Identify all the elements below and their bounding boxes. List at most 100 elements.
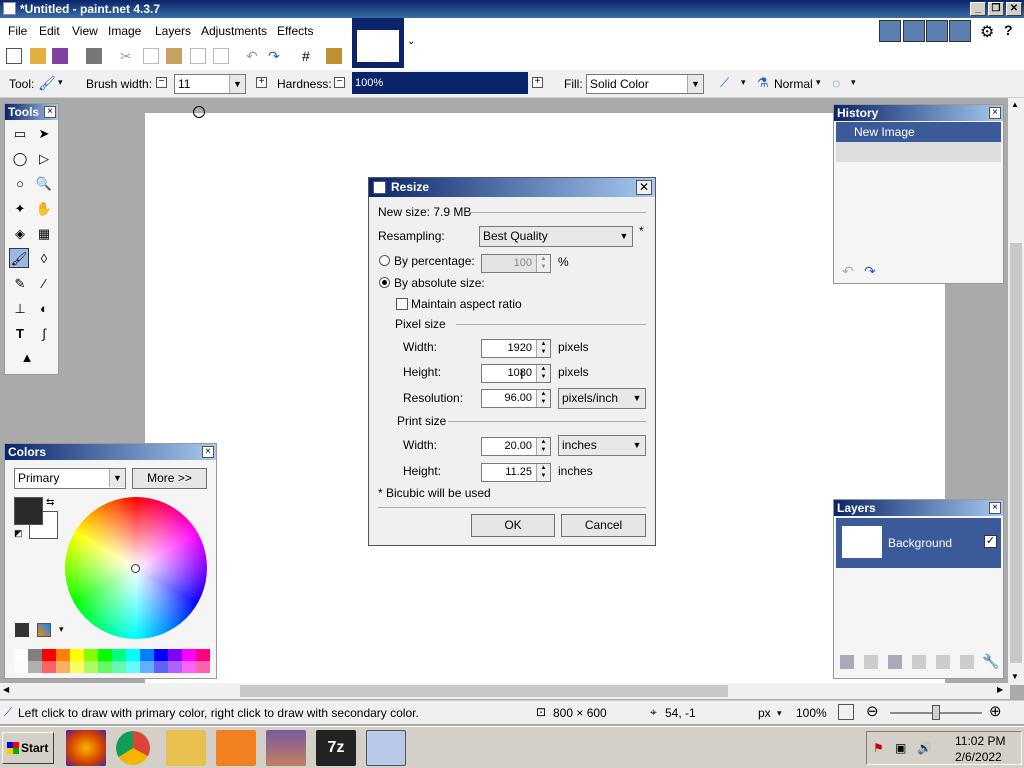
- scroll-left-icon[interactable]: ◀: [3, 685, 9, 694]
- gradient-icon[interactable]: ▦: [34, 224, 54, 244]
- hardness-slider[interactable]: 100%: [352, 72, 528, 94]
- zoom-to-window-icon[interactable]: [838, 704, 854, 720]
- selection-mode-icon[interactable]: ◌: [832, 75, 840, 91]
- units-dropdown-icon[interactable]: ▾: [777, 708, 782, 719]
- palette-swatch[interactable]: [84, 661, 98, 673]
- reset-colors-icon[interactable]: ◩: [14, 528, 23, 539]
- add-color-icon[interactable]: [15, 623, 29, 637]
- spin-arrows-icon[interactable]: ▲ ▼: [536, 390, 550, 407]
- undo-icon[interactable]: ↶: [246, 48, 262, 64]
- eraser-icon[interactable]: ◊: [34, 249, 54, 269]
- ok-button[interactable]: OK: [471, 514, 555, 537]
- by-absolute-size-radio[interactable]: [379, 277, 390, 288]
- close-button[interactable]: ✕: [1006, 2, 1022, 16]
- palette-icon[interactable]: [37, 623, 51, 637]
- redo-icon[interactable]: ↷: [268, 48, 284, 64]
- duplicate-layer-icon[interactable]: [888, 655, 902, 669]
- blend-mode-value[interactable]: Normal: [774, 77, 813, 91]
- move-selection-icon[interactable]: ▷: [34, 149, 54, 169]
- chrome-icon[interactable]: [116, 731, 150, 765]
- paintnet-taskbar-icon[interactable]: [366, 730, 406, 766]
- monitor-icon[interactable]: ▣: [895, 741, 906, 755]
- print-height-input[interactable]: 11.25 ▲ ▼: [481, 463, 551, 482]
- scroll-right-icon[interactable]: ▶: [997, 685, 1003, 694]
- palette-swatch[interactable]: [42, 649, 56, 661]
- paintbrush-tool-icon[interactable]: 🖌: [38, 75, 56, 92]
- pixel-height-input[interactable]: 1080 ▲ ▼: [481, 364, 551, 383]
- palette-swatch[interactable]: [154, 649, 168, 661]
- tool-dropdown-icon[interactable]: ▾: [58, 77, 63, 88]
- new-file-icon[interactable]: [6, 48, 22, 64]
- file-explorer-icon[interactable]: [166, 730, 206, 766]
- print-width-input[interactable]: 20.00 ▲ ▼: [481, 437, 551, 456]
- layer-item[interactable]: Background ✓: [836, 518, 1001, 568]
- photo-app-icon[interactable]: [266, 730, 306, 766]
- history-item[interactable]: New Image: [836, 122, 1001, 142]
- scroll-down-icon[interactable]: ▼: [1011, 672, 1019, 681]
- move-layer-up-icon[interactable]: [936, 655, 950, 669]
- merge-layer-icon[interactable]: [912, 655, 926, 669]
- palette-swatch[interactable]: [196, 649, 210, 661]
- dialog-close-icon[interactable]: ✕: [636, 180, 652, 195]
- palette-swatch[interactable]: [70, 649, 84, 661]
- pixel-width-input[interactable]: 1920 ▲ ▼: [481, 339, 551, 358]
- palette-swatch[interactable]: [126, 661, 140, 673]
- palette-swatch[interactable]: [70, 661, 84, 673]
- open-file-icon[interactable]: [30, 48, 46, 64]
- history-toggle-icon[interactable]: [903, 20, 925, 42]
- horizontal-scrollbar[interactable]: ◀ ▶: [0, 683, 1010, 699]
- more-colors-button[interactable]: More >>: [132, 468, 207, 489]
- maintain-aspect-label[interactable]: Maintain aspect ratio: [411, 297, 522, 311]
- palette-swatch[interactable]: [14, 661, 28, 673]
- 7zip-icon[interactable]: 7z: [316, 730, 356, 766]
- paste-icon[interactable]: [166, 48, 182, 64]
- palette-swatch[interactable]: [98, 661, 112, 673]
- chevron-down-icon[interactable]: ▼: [687, 75, 703, 93]
- vertical-scroll-thumb[interactable]: [1010, 243, 1022, 663]
- media-player-icon[interactable]: [216, 730, 256, 766]
- zoom-value[interactable]: 100%: [796, 706, 827, 720]
- clock-time[interactable]: 11:02 PM: [955, 734, 1005, 748]
- ruler-icon[interactable]: [326, 48, 342, 64]
- save-icon[interactable]: [52, 48, 68, 64]
- maintain-aspect-checkbox[interactable]: [396, 298, 408, 310]
- text-icon[interactable]: T: [10, 324, 30, 344]
- layers-toggle-icon[interactable]: [926, 20, 948, 42]
- redo-icon[interactable]: ↷: [864, 263, 876, 280]
- selection-mode-dropdown-icon[interactable]: ▾: [851, 77, 856, 88]
- close-icon[interactable]: ×: [44, 106, 56, 118]
- chevron-down-icon[interactable]: ▼: [616, 227, 632, 245]
- brush-width-increase-button[interactable]: +: [256, 77, 267, 88]
- swap-colors-icon[interactable]: ⇆: [46, 497, 54, 508]
- chevron-down-icon[interactable]: ▼: [229, 75, 245, 93]
- palette-swatch[interactable]: [42, 661, 56, 673]
- zoom-out-icon[interactable]: ⊖: [866, 702, 879, 720]
- menu-effects[interactable]: Effects: [277, 24, 313, 38]
- primary-color-swatch[interactable]: [14, 497, 43, 525]
- percentage-input[interactable]: 100 ▲ ▼: [481, 254, 551, 273]
- firefox-icon[interactable]: [66, 730, 106, 766]
- network-error-icon[interactable]: ⚑: [873, 741, 884, 755]
- volume-icon[interactable]: 🔊: [917, 741, 932, 755]
- copy-icon[interactable]: [143, 48, 159, 64]
- resolution-input[interactable]: 96.00 ▲ ▼: [481, 389, 551, 408]
- settings-gear-icon[interactable]: ⚙: [980, 22, 994, 42]
- palette-swatch[interactable]: [84, 649, 98, 661]
- close-icon[interactable]: ×: [989, 107, 1001, 119]
- shapes-icon[interactable]: ▲: [17, 348, 37, 368]
- line-curve-icon[interactable]: ∫: [34, 324, 54, 344]
- palette-swatch[interactable]: [126, 649, 140, 661]
- start-button[interactable]: Start: [2, 732, 54, 764]
- colors-toggle-icon[interactable]: [949, 20, 971, 42]
- cut-icon[interactable]: ✂: [120, 48, 136, 64]
- add-layer-icon[interactable]: [840, 655, 854, 669]
- print-icon[interactable]: [86, 48, 102, 64]
- palette-swatch[interactable]: [168, 661, 182, 673]
- palette-swatch[interactable]: [182, 649, 196, 661]
- magic-wand-icon[interactable]: ✦: [10, 199, 30, 219]
- palette-swatch[interactable]: [112, 649, 126, 661]
- hardness-decrease-button[interactable]: −: [334, 77, 345, 88]
- menu-file[interactable]: File: [8, 24, 27, 38]
- move-selected-icon[interactable]: ➤: [34, 124, 54, 144]
- clock-date[interactable]: 2/6/2022: [955, 750, 1002, 764]
